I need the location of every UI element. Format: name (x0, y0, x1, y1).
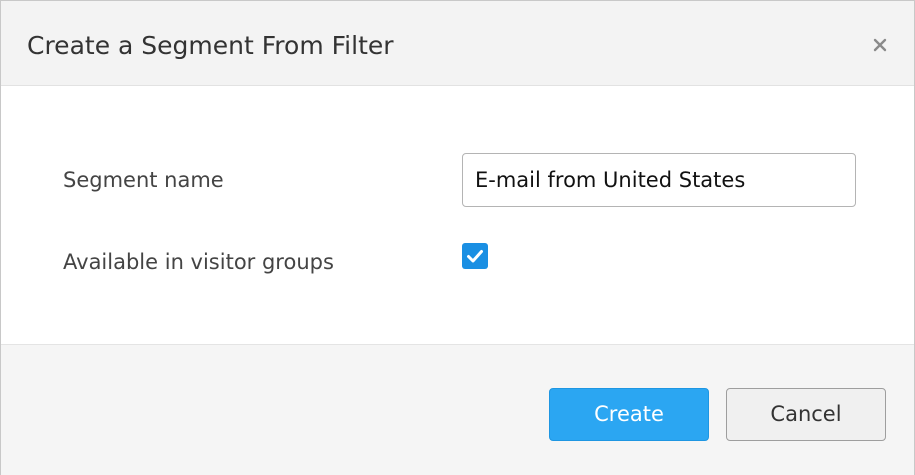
create-button[interactable]: Create (549, 388, 709, 441)
visitor-groups-checkbox[interactable] (462, 243, 488, 269)
close-icon (873, 38, 887, 52)
dialog-title: Create a Segment From Filter (27, 31, 394, 60)
dialog-body: Segment name Available in visitor groups (1, 86, 914, 344)
create-segment-dialog: Create a Segment From Filter Segment nam… (0, 0, 915, 475)
checkmark-icon (467, 250, 483, 263)
dialog-header: Create a Segment From Filter (1, 1, 914, 86)
cancel-button[interactable]: Cancel (726, 388, 886, 441)
visitor-groups-label: Available in visitor groups (63, 250, 334, 274)
close-button[interactable] (869, 34, 891, 56)
segment-name-input[interactable] (462, 153, 856, 207)
dialog-footer: Create Cancel (1, 344, 914, 475)
segment-name-label: Segment name (63, 168, 224, 192)
